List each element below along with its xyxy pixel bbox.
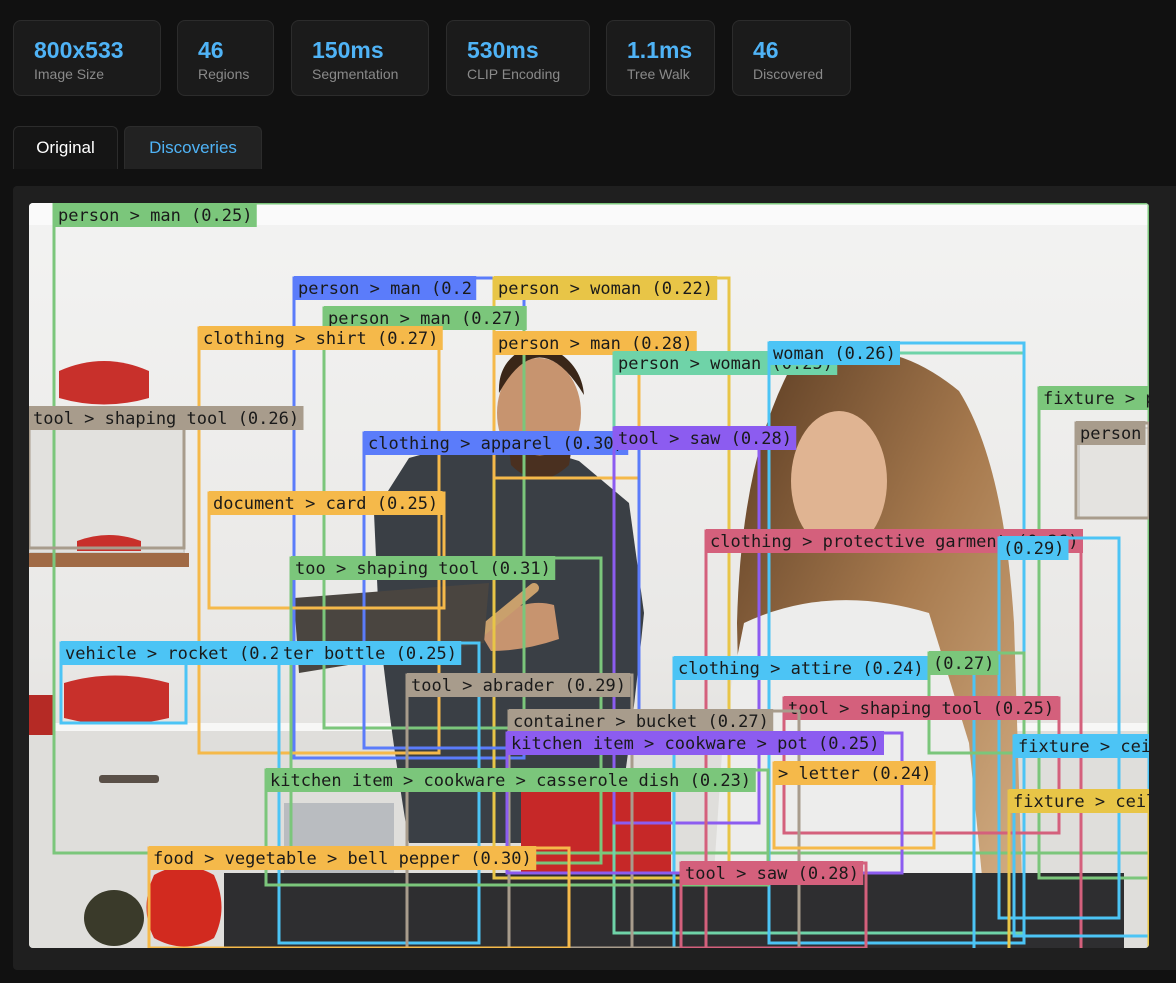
detection-label: clothing > apparel (0.30)	[368, 434, 624, 454]
stat-label: Tree Walk	[627, 66, 690, 82]
detection-label: document > card (0.25)	[213, 494, 438, 514]
detection-label: vehicle > rocket (0.23)	[65, 644, 300, 664]
detection-label: ter bottle (0.25)	[283, 644, 457, 664]
detection-label: person > man (0.25)	[58, 206, 252, 226]
avocado	[84, 890, 144, 946]
stat-segmentation: 150ms Segmentation	[291, 20, 429, 96]
stat-tree-walk: 1.1ms Tree Walk	[606, 20, 715, 96]
wall-shelf-cabinet	[29, 424, 185, 554]
detection-label: (0.29)	[1003, 539, 1064, 559]
stat-value: 530ms	[467, 37, 539, 63]
detection-label: too > shaping tool (0.31)	[295, 559, 551, 579]
detection-label: kitchen item > cookware > pot (0.25)	[511, 734, 879, 754]
detection-label: person > man (0.2	[298, 279, 472, 299]
annotated-image-viewer: person > man (0.25) person > man (0.2 pers…	[29, 203, 1149, 948]
stat-value: 800x533	[34, 37, 124, 63]
detection-label: person > woman (0.22)	[498, 279, 713, 299]
tab-original[interactable]: Original	[13, 126, 118, 169]
detection-label: tool > saw (0.28)	[685, 864, 859, 884]
stat-clip-encoding: 530ms CLIP Encoding	[446, 20, 590, 96]
stat-value: 46	[753, 37, 779, 63]
detection-label: (0.27)	[933, 654, 994, 674]
detection-label: tool > shaping tool (0.26)	[33, 409, 299, 429]
stat-image-size: 800x533 Image Size	[13, 20, 161, 96]
detection-label: fixture > p	[1043, 389, 1149, 409]
stat-regions: 46 Regions	[177, 20, 274, 96]
stat-label: Image Size	[34, 66, 105, 82]
detection-label: food > vegetable > bell pepper (0.30)	[153, 849, 532, 869]
detection-label: container > bucket (0.27)	[513, 712, 769, 732]
detection-label: tool > saw (0.28)	[618, 429, 792, 449]
stat-label: Segmentation	[312, 66, 399, 82]
red-pot	[59, 361, 149, 405]
detection-label: clothing > attire (0.24)	[678, 659, 924, 679]
stat-value: 46	[198, 37, 224, 63]
red-casserole	[64, 675, 169, 725]
tab-discoveries[interactable]: Discoveries	[124, 126, 262, 169]
detection-label: person	[1080, 424, 1141, 444]
stat-value: 1.1ms	[627, 37, 693, 63]
detection-label: > letter (0.24)	[778, 764, 932, 784]
detection-label: fixture > ceili	[1013, 792, 1149, 812]
detection-label: tool > shaping tool (0.25)	[788, 699, 1054, 719]
drawer-handle	[99, 775, 159, 783]
bell-pepper	[146, 866, 222, 947]
annotated-image: person > man (0.25) person > man (0.2 pers…	[29, 203, 1149, 948]
kitchen-photo	[29, 203, 1149, 948]
detection-label: kitchen item > cookware > casserole dish…	[270, 771, 751, 791]
detection-label: fixture > ceil	[1018, 737, 1149, 757]
stat-label: CLIP Encoding	[467, 66, 561, 82]
stat-discovered: 46 Discovered	[732, 20, 851, 96]
stat-value: 150ms	[312, 37, 384, 63]
detection-label: clothing > shirt (0.27)	[203, 329, 438, 349]
detection-label: tool > abrader (0.29)	[411, 676, 626, 696]
stat-label: Regions	[198, 66, 250, 82]
stat-label: Discovered	[753, 66, 824, 82]
red-stack	[29, 695, 54, 735]
detection-label: woman (0.26)	[773, 344, 896, 364]
